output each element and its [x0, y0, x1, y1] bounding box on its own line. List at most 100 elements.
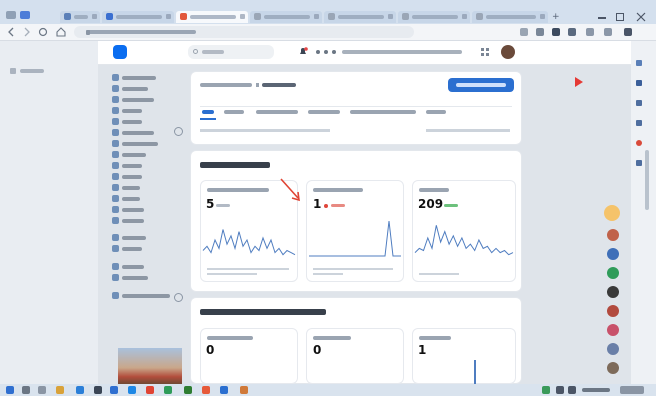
window-menu-icon[interactable]: [6, 11, 16, 19]
taskbar-icon[interactable]: [128, 386, 136, 394]
browser-tab-active[interactable]: [176, 11, 248, 23]
sidebar-item[interactable]: [112, 139, 186, 148]
browser-tab[interactable]: [102, 11, 174, 23]
edge-icon[interactable]: [636, 140, 642, 146]
chat-avatar[interactable]: [607, 343, 619, 355]
sidebar-photo[interactable]: [118, 348, 182, 384]
sidebar-item[interactable]: [112, 205, 186, 214]
browser-tab[interactable]: [472, 11, 548, 23]
star-icon[interactable]: [536, 28, 544, 36]
gear-icon[interactable]: [174, 293, 183, 302]
taskbar-icon[interactable]: [110, 386, 118, 394]
taskbar-icon[interactable]: [22, 386, 30, 394]
sidebar-item[interactable]: [112, 194, 186, 203]
chat-avatar[interactable]: [607, 286, 619, 298]
sidebar-item[interactable]: [112, 95, 186, 104]
chat-avatar[interactable]: [607, 248, 619, 260]
tab[interactable]: [426, 110, 446, 114]
sidebar-item[interactable]: [112, 161, 186, 170]
player-prev-icon[interactable]: [316, 50, 320, 54]
sidebar-item[interactable]: [112, 262, 186, 271]
sidebar-item[interactable]: [112, 172, 186, 181]
browser-tab[interactable]: [60, 11, 100, 23]
taskbar-icon[interactable]: [184, 386, 192, 394]
sidebar-item[interactable]: [112, 273, 186, 282]
vk-logo[interactable]: [113, 45, 127, 59]
sidebar-item[interactable]: [112, 216, 186, 225]
taskbar-icon[interactable]: [38, 386, 46, 394]
clock[interactable]: [620, 386, 644, 394]
player-next-icon[interactable]: [332, 50, 336, 54]
taskbar-icon[interactable]: [164, 386, 172, 394]
user-avatar[interactable]: [501, 45, 515, 59]
maximize-icon[interactable]: [616, 13, 624, 21]
translate-icon[interactable]: [520, 28, 528, 36]
apps-grid-icon[interactable]: [480, 47, 490, 57]
tray-icon[interactable]: [542, 386, 550, 394]
start-icon[interactable]: [6, 386, 14, 394]
sidebar-item[interactable]: [112, 244, 186, 253]
edge-icon[interactable]: [636, 60, 642, 66]
forward-icon[interactable]: [22, 27, 32, 37]
player-play-icon[interactable]: [324, 50, 328, 54]
sparkline-chart: [414, 225, 514, 256]
chat-avatar[interactable]: [607, 229, 619, 241]
sidebar-item[interactable]: [112, 233, 186, 242]
edge-icon[interactable]: [636, 80, 642, 86]
browser-tab[interactable]: [398, 11, 470, 23]
sidebar-item[interactable]: [112, 73, 186, 82]
browser-menu-icon[interactable]: [624, 28, 632, 36]
chat-avatar[interactable]: [607, 324, 619, 336]
extension-icon[interactable]: [586, 28, 594, 36]
taskbar-icon[interactable]: [146, 386, 154, 394]
tab[interactable]: [308, 110, 340, 114]
primary-action-button[interactable]: [448, 78, 514, 92]
home-icon[interactable]: [56, 27, 66, 37]
chat-avatar[interactable]: [607, 305, 619, 317]
extension-icon[interactable]: [568, 28, 576, 36]
edge-icon[interactable]: [636, 100, 642, 106]
taskbar-icon[interactable]: [76, 386, 84, 394]
taskbar-icon[interactable]: [56, 386, 64, 394]
breadcrumb[interactable]: [200, 83, 252, 87]
tab-actions-icon[interactable]: [20, 11, 30, 19]
minimize-icon[interactable]: [598, 17, 606, 19]
sidebar-item[interactable]: [112, 117, 186, 126]
chat-avatar[interactable]: [607, 362, 619, 374]
chat-avatar[interactable]: [607, 267, 619, 279]
sidebar-item[interactable]: [112, 150, 186, 159]
browser-tab[interactable]: [324, 11, 396, 23]
taskbar-icon[interactable]: [202, 386, 210, 394]
tab[interactable]: [224, 110, 244, 114]
address-input[interactable]: [74, 26, 414, 38]
bell-icon[interactable]: [298, 47, 308, 57]
back-icon[interactable]: [6, 27, 16, 37]
extension-icon[interactable]: [552, 28, 560, 36]
date-range-select[interactable]: [426, 129, 510, 132]
taskbar-icon[interactable]: [240, 386, 248, 394]
extension-icon[interactable]: [604, 28, 612, 36]
tab-overview[interactable]: [202, 110, 214, 114]
gear-icon[interactable]: [174, 127, 183, 136]
side-pane-item[interactable]: [20, 69, 44, 73]
now-playing-track[interactable]: [342, 50, 462, 54]
tray-icon[interactable]: [556, 386, 564, 394]
edge-icon[interactable]: [636, 160, 642, 166]
new-tab-icon[interactable]: +: [552, 13, 560, 22]
browser-tab[interactable]: [250, 11, 322, 23]
taskbar-icon[interactable]: [220, 386, 228, 394]
reload-icon[interactable]: [38, 27, 48, 37]
taskbar-icon[interactable]: [94, 386, 102, 394]
tray-icon[interactable]: [568, 386, 576, 394]
sidebar-item[interactable]: [112, 106, 186, 115]
tray-language[interactable]: [582, 388, 610, 392]
tab[interactable]: [350, 110, 416, 114]
scrollbar-thumb[interactable]: [645, 150, 649, 210]
edge-icon[interactable]: [636, 120, 642, 126]
tab[interactable]: [256, 110, 298, 114]
sidebar-item[interactable]: [112, 84, 186, 93]
chat-avatar[interactable]: [604, 205, 620, 221]
close-icon[interactable]: [636, 12, 646, 22]
sidebar-item[interactable]: [112, 183, 186, 192]
search-input[interactable]: [188, 45, 274, 59]
